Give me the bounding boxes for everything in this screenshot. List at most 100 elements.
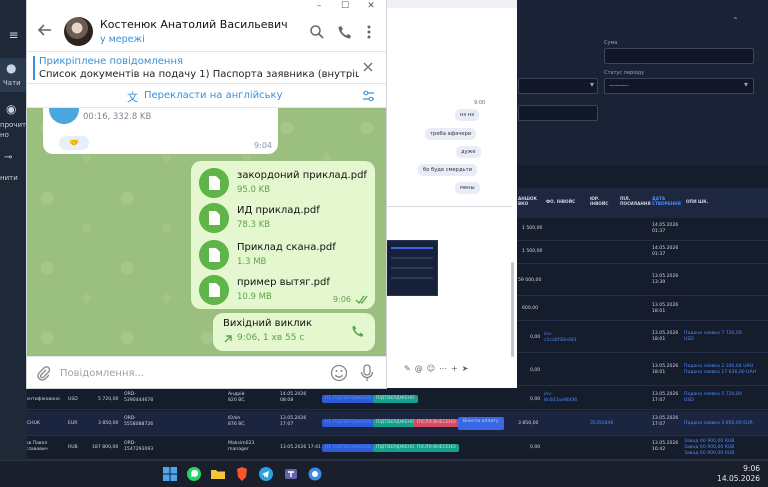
sidebar-item-chats[interactable]: ● Чати [0,58,27,92]
amount-cell: 0,00 [530,397,541,402]
reaction-handshake-icon[interactable]: 🤝 [59,136,89,150]
declaration-link[interactable]: 35350446 [590,421,613,427]
status-badge: ПІСЛЯ ВНЕСЕНО [414,419,459,427]
invoice-link[interactable]: inv- c1ca0f30e481 [544,332,577,344]
message-input[interactable] [60,365,320,381]
screenshot-thumbnail[interactable] [386,240,438,296]
created-cell: 13.05.2026 17:07 [280,416,307,427]
document-icon[interactable] [199,275,229,305]
pinned-indicator [33,56,35,80]
table-row[interactable]: YERMCHUK EUR 3 850,00 ORD- 5558088726 Юл… [0,411,768,436]
filter-label-sum: Сума [604,40,618,46]
order-id[interactable]: ORD- 1547293093 [124,441,153,453]
file-attachment[interactable]: закордоний приклад.pdf 95.0 KB [199,168,369,200]
sidebar-item-label: прочит но [0,121,27,139]
sidebar-item-label: Чати [3,79,21,87]
search-icon[interactable] [309,24,325,40]
column-header: ФО. ІНВОЙС [546,199,576,204]
emoji-icon[interactable] [330,364,348,382]
order-id[interactable]: ORD- 5558088726 [124,416,153,428]
back-arrow-icon[interactable] [37,22,53,38]
translate-button[interactable]: Перекласти на англійську [144,90,283,101]
system-clock[interactable]: 9:06 14.05.2026 [717,464,760,484]
table-row[interactable]: Волков Павел Вячеславович RUB 187 800,00… [0,437,768,460]
app-icon[interactable] [307,466,323,482]
settings-sliders-icon[interactable] [362,90,375,102]
incoming-voice-message[interactable]: 00:16, 332.8 KB 🤝 9:04 [43,108,278,154]
column-header: ЮР. ІНВОЙС [590,196,609,206]
call-back-phone-icon[interactable] [351,324,365,338]
invoice-link[interactable]: inv- 8c003aa9bf36 [544,392,577,404]
document-icon[interactable] [199,168,229,198]
chat-message[interactable]: нэ нэ [455,109,480,121]
outgoing-call-message[interactable]: Вихідний виклик 9:06, 1 хв 55 с [213,313,375,351]
windows-start-icon[interactable] [162,466,178,482]
maximize-button[interactable]: ☐ [335,0,355,12]
pinned-title: Прикріплене повідомлення [39,56,184,67]
sum-field[interactable] [604,48,754,64]
contact-name[interactable]: Костенюк Анатолий Васильевич [100,18,288,31]
file-attachment[interactable]: ИД приклад.pdf 78.3 KB [199,203,369,235]
more-icon[interactable]: ⋯ [439,364,447,373]
sidebar-item-unread[interactable]: ◉ прочит но [0,100,27,144]
date-cell: 13.05.2026 18:01 [652,303,679,314]
chat-message[interactable]: треба афачери [425,128,477,140]
play-icon[interactable] [49,108,79,124]
date-cell: 13.05.2026 18:01 [652,331,679,342]
chat-message[interactable]: мены [455,182,480,194]
emoji-icon[interactable]: ☺ [427,364,435,373]
minimize-button[interactable]: – [309,0,329,12]
chat-divider [386,206,512,207]
paperclip-icon[interactable] [35,365,51,381]
order-id[interactable]: ORD- 5390444678 [124,392,153,404]
chat-message[interactable]: бо буде смердьти [418,164,478,176]
created-cell: 14.05.2026 08:08 [280,392,307,403]
table-row[interactable]: Не ідентифіковано USD 5 720,00 ORD- 5390… [0,388,768,410]
microphone-icon[interactable] [360,364,374,382]
status-badge: ПІСЛЯ ВНЕСЕНО [414,444,459,452]
send-icon[interactable]: ➤ [462,364,469,373]
format-icon[interactable]: ✎ [404,364,411,373]
document-icon[interactable] [199,240,229,270]
menu-icon[interactable]: ≡ [0,28,27,42]
unread-icon: ◉ [6,102,17,116]
file-attachment[interactable]: Приклад скана.pdf 1.3 MB [199,240,369,272]
translate-icon: 文 [127,91,138,104]
manager-cell: Андрій 820 ВС [228,392,245,403]
whatsapp-icon[interactable] [186,466,202,482]
left-select[interactable] [518,78,598,94]
file-size: 78.3 KB [237,220,271,230]
chat-message[interactable]: дуже [456,146,481,158]
collapse-chevron-icon[interactable]: ⌃ [732,16,739,25]
mention-icon[interactable]: @ [415,364,423,373]
teams-icon[interactable] [283,466,299,482]
description-cell: Завод 60 900,00 RUB Завод 60 900,00 RUB … [684,439,735,456]
column-header: АНШОК ВКО [518,196,537,206]
status-badge: ПІДТВЕРДЖЕНО [373,419,418,427]
sidebar-item-channels[interactable]: ⊸ нити [0,150,27,184]
scrollbar[interactable] [511,262,514,357]
document-icon[interactable] [199,203,229,233]
message-time: 9:06 [333,295,351,304]
more-vertical-icon[interactable] [361,24,377,40]
file-explorer-icon[interactable] [210,466,226,482]
clock-date: 14.05.2026 [717,474,760,483]
window-titlebar: – ☐ ✕ [27,0,386,12]
telegram-icon[interactable] [258,466,274,482]
avatar[interactable] [64,17,93,46]
close-icon[interactable] [362,61,374,73]
pay-button[interactable]: Внести оплату [458,417,504,430]
pinned-message[interactable]: Прикріплене повідомлення Список документ… [27,52,386,84]
currency-cell: EUR [68,421,78,426]
brave-browser-icon[interactable] [234,466,250,482]
left-input[interactable] [518,105,598,121]
phone-icon[interactable] [337,24,353,40]
status-select[interactable]: --------- [604,78,754,94]
date-cell: 13.05.2026 18:01 [652,364,679,375]
sum-cell: 187 800,00 [92,445,119,450]
column-header-sorted[interactable]: ДАТА СТВОРЕННЯ [652,196,681,206]
contact-status: у мережі [100,34,145,45]
add-icon[interactable]: + [451,364,458,373]
close-button[interactable]: ✕ [361,0,381,12]
amount-cell: 1 500,00 [522,249,543,254]
